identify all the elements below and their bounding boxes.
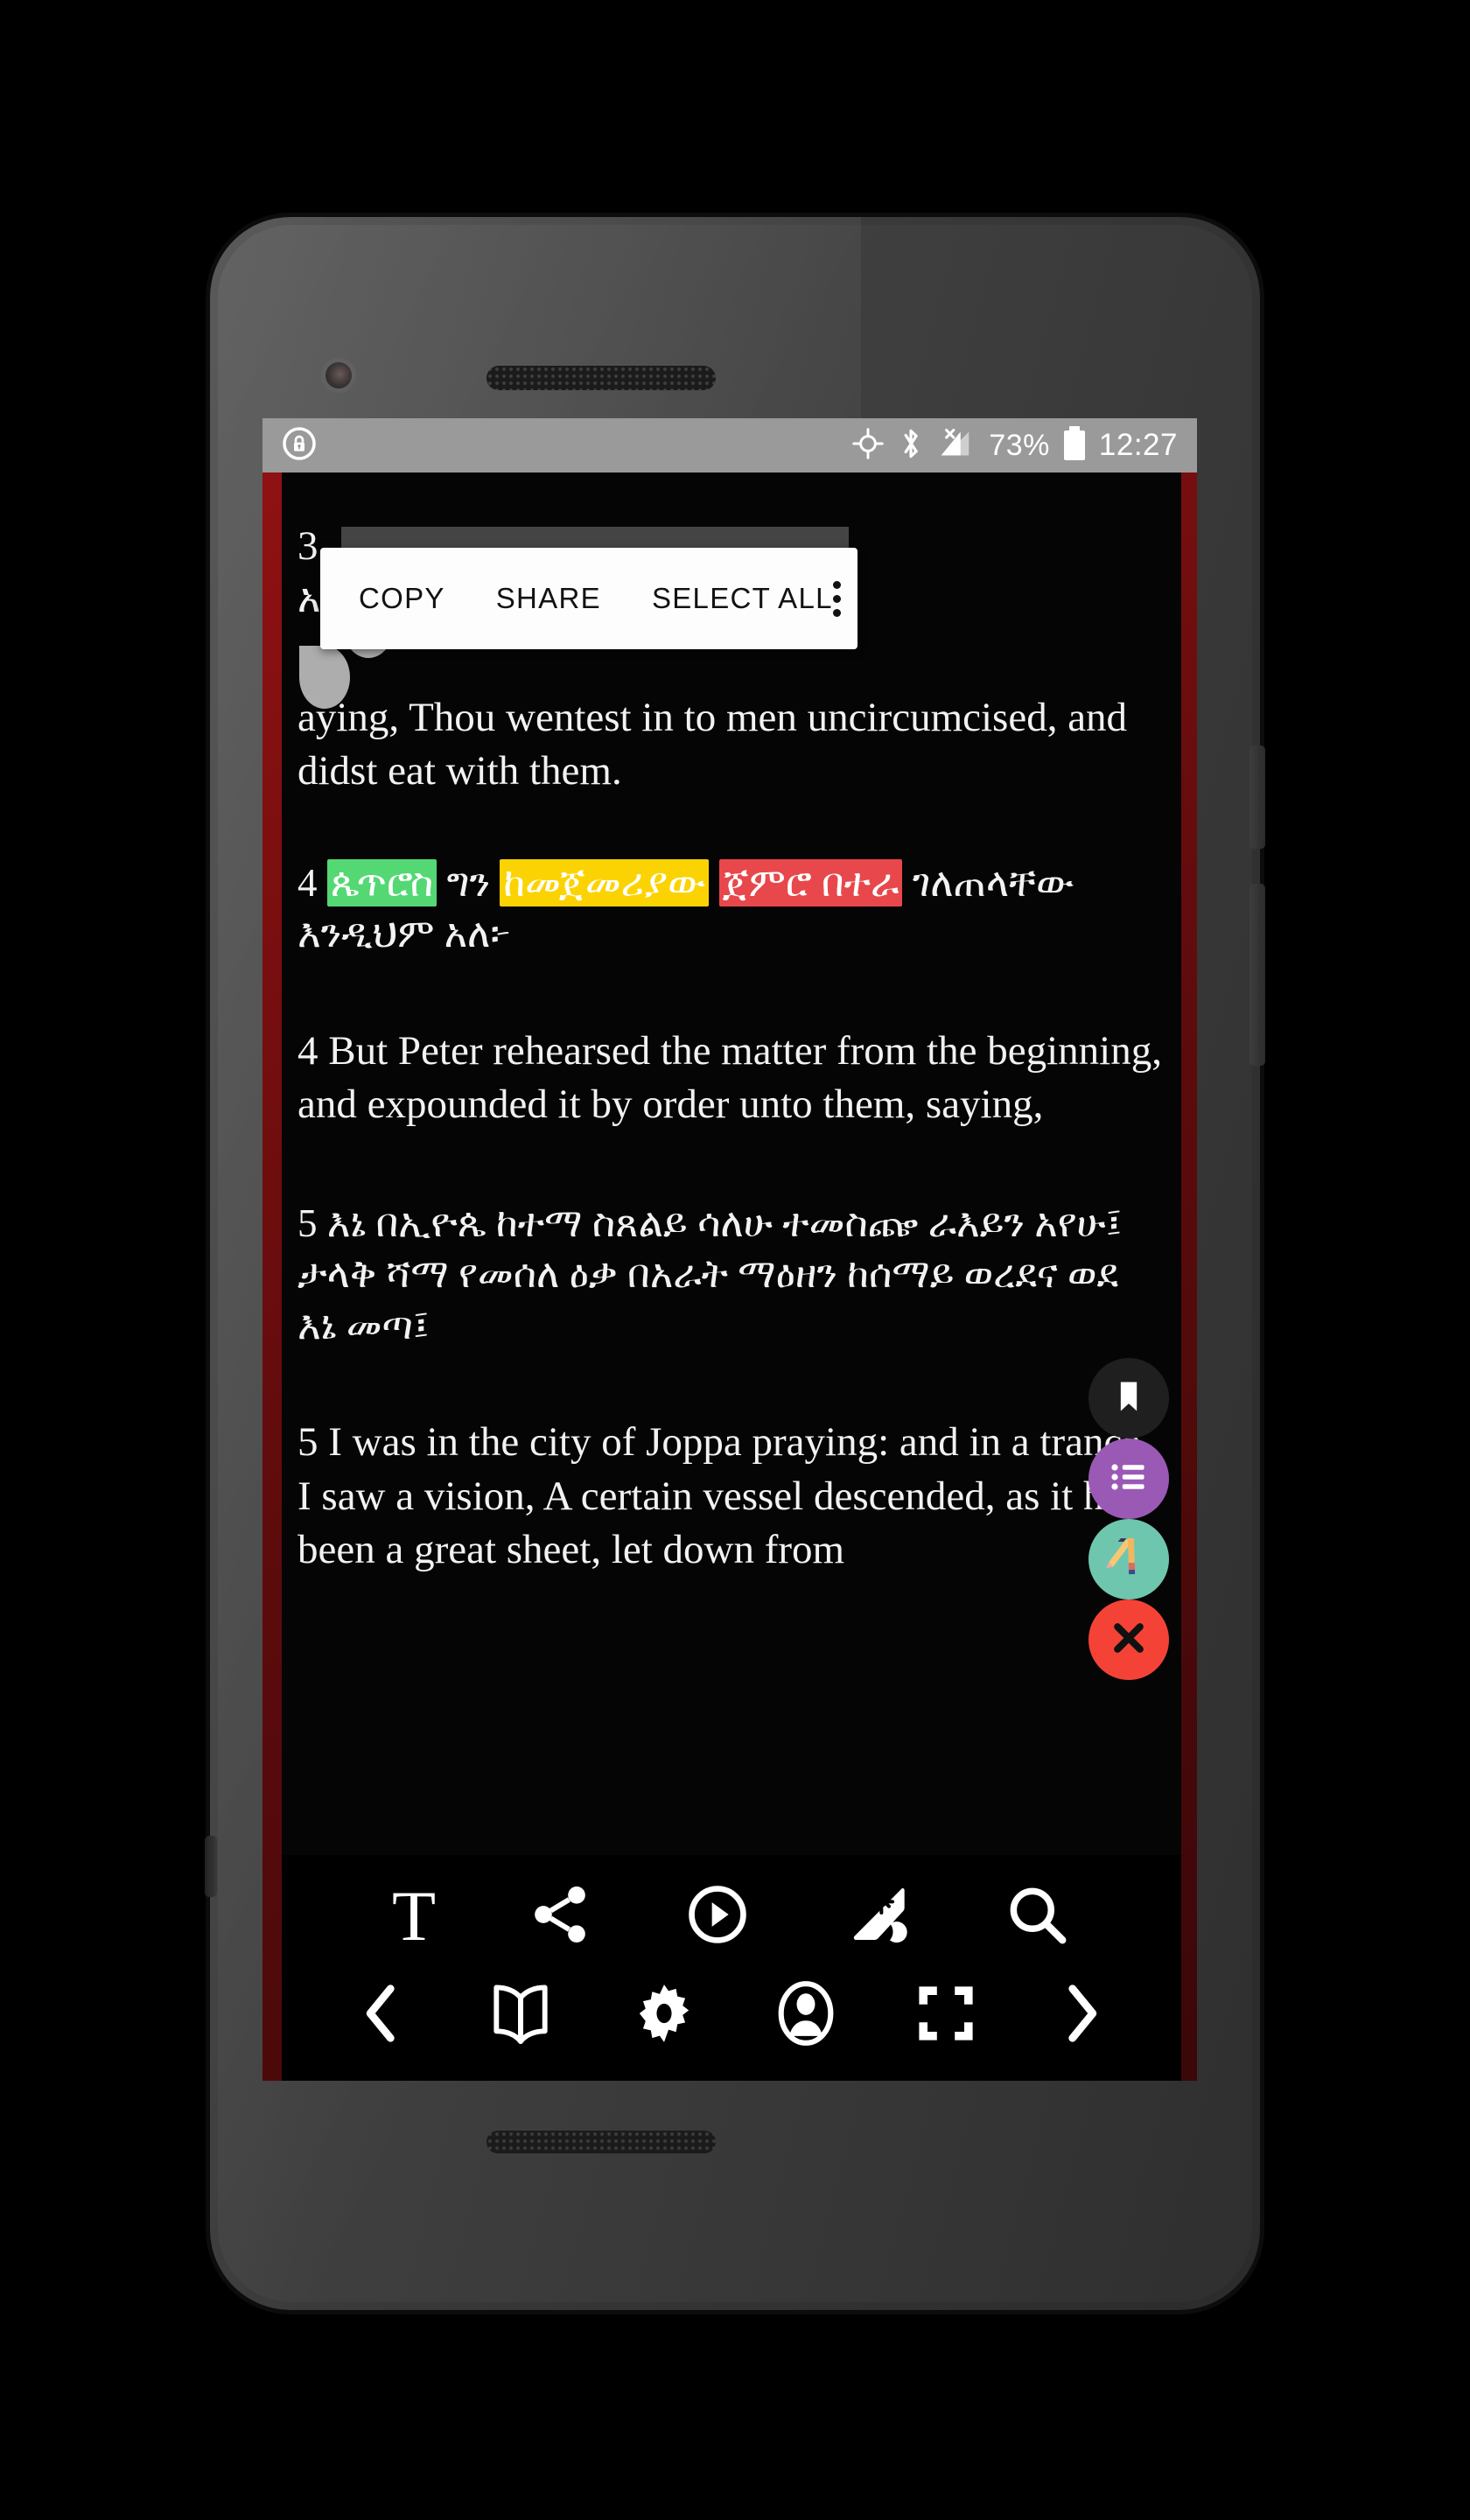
copy-button[interactable]: COPY [359,582,445,615]
book-button[interactable] [486,1981,556,2050]
clock-label: 12:27 [1098,428,1178,462]
share-button[interactable] [527,1881,593,1952]
close-fab[interactable] [1088,1600,1169,1680]
highlight-fab[interactable] [1088,1519,1169,1600]
toolbar-row-2 [282,1967,1181,2063]
selection-handle-start[interactable] [299,646,350,709]
signal-no-service-icon [938,427,975,465]
gear-icon [631,1980,697,2051]
pencil-brush-icon [1103,1532,1154,1587]
phone-screen: 73% 12:27 3 አሉት። aying, Thou wentest in … [262,418,1197,2081]
share-nodes-icon [527,1881,593,1952]
open-book-icon [486,1981,556,2050]
user-circle-icon [773,1978,839,2053]
bookmark-fab[interactable] [1088,1358,1169,1438]
left-side-button[interactable] [205,1836,217,1897]
toolbar-row-1: T [282,1866,1181,1967]
theme-button[interactable] [842,1880,912,1954]
share-button[interactable]: SHARE [496,582,601,615]
chevron-left-icon [353,1982,410,2049]
verse-5-english: 5 I was in the city of Joppa praying: an… [298,1419,1143,1572]
text-settings-button[interactable]: T [392,1880,436,1952]
highlight-yellow-segment[interactable]: ከመጀመሪያው [500,858,710,906]
settings-button[interactable] [631,1980,697,2051]
bottom-toolbar: T [282,1855,1181,2081]
app-red-frame: 3 አሉት። aying, Thou wentest in to men unc… [262,472,1197,2081]
status-bar: 73% 12:27 [262,418,1197,472]
play-audio-button[interactable] [684,1881,751,1952]
highlight-red-segment[interactable]: ጀምሮ በተራ [718,858,903,906]
overflow-menu-icon[interactable] [832,580,841,617]
reader-content[interactable]: 3 አሉት። aying, Thou wentest in to men unc… [282,472,1181,2081]
bottom-speaker-grille [486,2131,716,2153]
verse-5-amharic: 5 እኔ በኢዮጴ ከተማ ስጸልይ ሳለሁ ተመስጬ ራእይን አየሁ፤ ታላ… [298,1200,1123,1348]
profile-button[interactable] [773,1978,839,2053]
contextual-action-bar: COPY SHARE SELECT ALL [320,548,858,649]
previous-chapter-button[interactable] [353,1982,410,2049]
close-x-icon [1110,1619,1148,1662]
battery-icon [1063,426,1085,460]
highlight-green-segment[interactable]: ጴጥሮስ [326,858,438,906]
lock-circle-icon [282,426,317,466]
list-icon [1108,1456,1150,1502]
front-camera [326,362,352,388]
list-fab[interactable] [1088,1438,1169,1519]
bluetooth-icon [898,427,924,465]
verse-4-english: 4 But Peter rehearsed the matter from th… [298,1027,1162,1127]
select-all-button[interactable]: SELECT ALL [652,582,833,615]
verse-4-plain-1: ግን [446,860,491,905]
earpiece-speaker-grille [486,366,716,390]
play-circle-icon [684,1881,751,1952]
verse-4-number: 4 [298,860,318,905]
next-chapter-button[interactable] [1053,1982,1110,2049]
verse-4-amharic: 4 ጴጥሮስ ግን ከመጀመሪያው ጀምሮ በተራ ገለጠላቸው እንዲህም አ… [294,858,1166,960]
search-icon [1003,1880,1071,1953]
text-T-icon: T [391,1876,437,1956]
gps-icon [852,427,885,464]
bookmark-icon [1110,1377,1148,1420]
battery-percent-label: 73% [989,428,1050,462]
day-night-theme-icon [842,1880,912,1954]
verse-3-english: aying, Thou wentest in to men uncircumci… [298,694,1128,794]
chevron-right-icon [1053,1982,1110,2049]
fullscreen-icon [914,1982,977,2049]
volume-button[interactable] [1250,884,1265,1066]
fullscreen-button[interactable] [914,1982,977,2049]
power-button[interactable] [1250,746,1265,849]
search-button[interactable] [1003,1880,1071,1953]
